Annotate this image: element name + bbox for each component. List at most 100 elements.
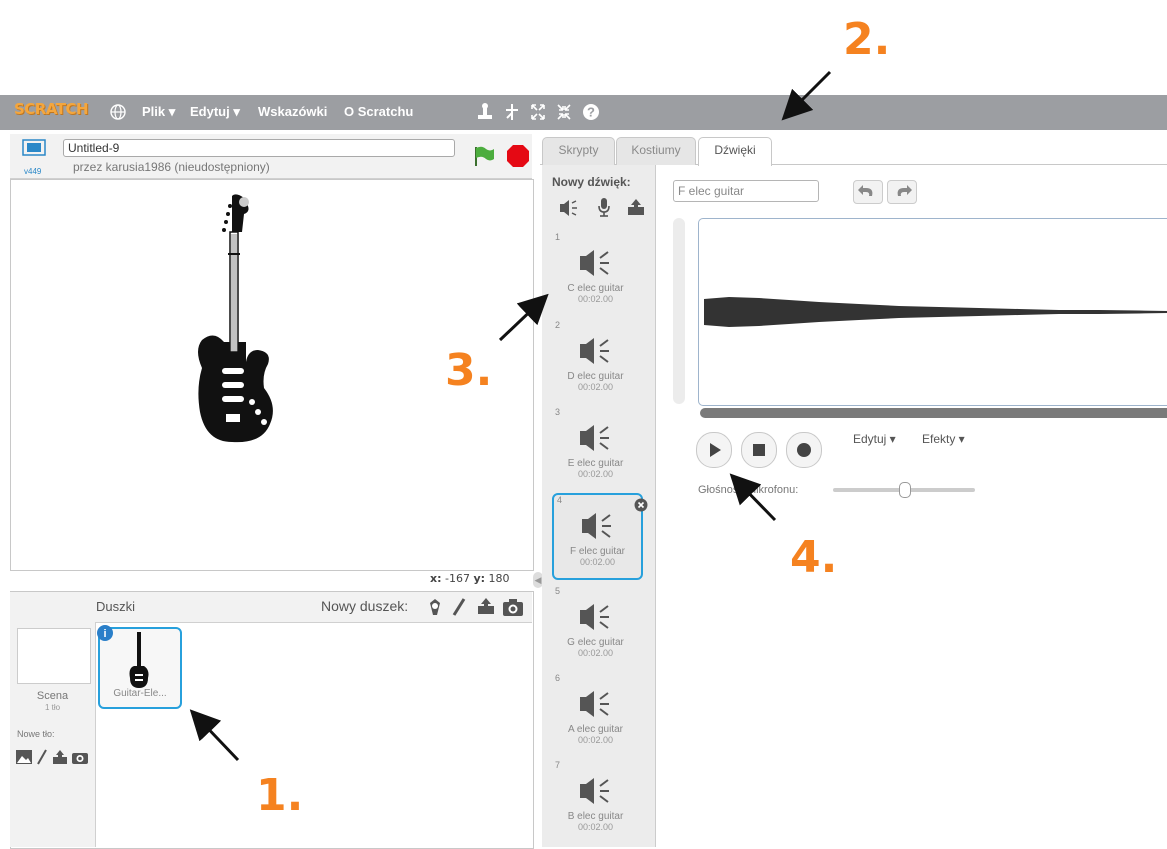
redo-icon[interactable] (887, 180, 917, 204)
shrink-icon[interactable] (555, 102, 573, 127)
sound-number: 6 (555, 673, 561, 683)
play-button[interactable] (696, 432, 732, 468)
stop-button[interactable] (741, 432, 777, 468)
sound-duration: 00:02.00 (579, 557, 616, 567)
upload-backdrop-icon[interactable] (52, 749, 68, 770)
sprite-thumbnail-guitar-icon (128, 632, 150, 695)
new-sprite-label: Nowy duszek: (321, 598, 409, 614)
sound-item-7[interactable]: 7 B elec guitar 00:02.00 (552, 760, 639, 843)
sound-item-5[interactable]: 5 G elec guitar 00:02.00 (552, 586, 639, 669)
undo-icon[interactable] (853, 180, 883, 204)
sound-name-input[interactable]: F elec guitar (673, 180, 819, 202)
speaker-icon (580, 425, 609, 451)
annotation-3: 3. (445, 345, 493, 396)
sound-number: 5 (555, 586, 561, 596)
duplicate-icon[interactable] (476, 102, 494, 127)
y-label: y: (473, 572, 486, 585)
annotation-1: 1. (256, 770, 304, 821)
edit-menu[interactable]: Edytuj ▾ (853, 432, 896, 446)
help-icon[interactable]: ? (581, 102, 601, 127)
speaker-icon (580, 338, 609, 364)
sound-duration: 00:02.00 (577, 294, 614, 304)
sound-item-6[interactable]: 6 A elec guitar 00:02.00 (552, 673, 639, 756)
sound-number: 7 (555, 760, 561, 770)
speaker-icon (582, 513, 611, 539)
backdrop-library-icon[interactable] (16, 750, 32, 769)
sound-duration: 00:02.00 (577, 382, 614, 392)
sound-name: D elec guitar (567, 371, 624, 382)
scene-backdrop-count: 1 tło (44, 703, 61, 712)
sprite-name: Guitar-Ele... (113, 688, 167, 699)
menu-about[interactable]: O Scratchu (344, 104, 413, 119)
sound-name: G elec guitar (567, 637, 624, 648)
waveform-area[interactable] (698, 218, 1167, 406)
author-label: przez karusia1986 (nieudostępniony) (73, 160, 270, 174)
sound-duration: 00:02.00 (577, 469, 614, 479)
upload-sprite-icon[interactable] (476, 596, 496, 621)
mic-volume-slider[interactable] (833, 482, 975, 498)
sound-item-1[interactable]: 1 C elec guitar 00:02.00 (552, 232, 639, 315)
svg-text:i: i (103, 628, 106, 640)
sound-item-3[interactable]: 3 E elec guitar 00:02.00 (552, 407, 639, 490)
presentation-mode-icon[interactable] (22, 139, 46, 164)
sound-name: B elec guitar (567, 811, 624, 822)
sound-name: F elec guitar (569, 546, 626, 557)
sprite-library-icon[interactable] (425, 597, 445, 622)
menu-file-label: Plik (142, 104, 166, 119)
speaker-icon (580, 604, 609, 630)
sound-name: E elec guitar (567, 458, 624, 469)
horizontal-scrollbar[interactable] (700, 408, 1167, 418)
sound-number: 1 (555, 232, 561, 242)
y-value: 180 (488, 572, 510, 585)
paint-backdrop-icon[interactable] (37, 749, 47, 770)
sound-duration: 00:02.00 (577, 735, 614, 745)
cut-icon[interactable] (503, 102, 521, 127)
upload-sound-icon[interactable] (626, 197, 646, 222)
waveform-graphic (704, 297, 1167, 327)
guitar-sprite[interactable] (192, 192, 282, 451)
tab-scripts[interactable]: Skrypty (542, 137, 615, 165)
sound-item-4-selected[interactable]: 4 F elec guitar 00:02.00 (552, 493, 643, 580)
tab-costumes[interactable]: Kostiumy (616, 137, 696, 165)
record-button[interactable] (786, 432, 822, 468)
stop-icon[interactable] (506, 144, 530, 173)
scratch-logo[interactable]: SCRATCH (14, 100, 89, 118)
speaker-icon (580, 778, 609, 804)
camera-backdrop-icon[interactable] (71, 750, 89, 770)
version-label: v449 (24, 167, 42, 176)
slider-thumb[interactable] (899, 482, 911, 498)
menu-edit-label: Edytuj (190, 104, 230, 119)
scene-thumbnail[interactable] (17, 628, 91, 684)
speaker-icon (580, 250, 609, 276)
grow-icon[interactable] (529, 102, 547, 127)
sound-item-2[interactable]: 2 D elec guitar 00:02.00 (552, 320, 639, 403)
svg-text:?: ? (587, 105, 595, 120)
green-flag-icon[interactable] (472, 144, 496, 173)
volume-scrollbar[interactable] (673, 218, 685, 404)
scene-label: Scena (36, 690, 69, 702)
tab-sounds[interactable]: Dźwięki (698, 137, 772, 166)
sound-name: A elec guitar (567, 724, 624, 735)
menu-tips[interactable]: Wskazówki (258, 104, 327, 119)
sound-library-icon[interactable] (558, 199, 578, 222)
effects-menu[interactable]: Efekty ▾ (922, 432, 965, 446)
sound-duration: 00:02.00 (577, 648, 614, 658)
sound-number: 3 (555, 407, 561, 417)
sound-name: C elec guitar (567, 283, 624, 294)
globe-icon[interactable] (109, 103, 127, 126)
sound-duration: 00:02.00 (577, 822, 614, 832)
menu-file[interactable]: Plik ▾ (142, 104, 175, 120)
speaker-icon (580, 691, 609, 717)
sound-number: 2 (555, 320, 561, 330)
new-sound-label: Nowy dźwięk: (552, 175, 631, 189)
record-sound-icon[interactable] (597, 197, 611, 222)
sprite-info-icon[interactable]: i (96, 624, 114, 647)
new-backdrop-label: Nowe tło: (17, 729, 55, 739)
delete-sound-icon[interactable] (634, 498, 648, 517)
paint-sprite-icon[interactable] (451, 597, 467, 622)
annotation-4: 4. (790, 532, 838, 583)
project-title-input[interactable]: Untitled-9 (63, 139, 455, 157)
x-value: -167 (445, 572, 470, 585)
camera-sprite-icon[interactable] (502, 597, 524, 622)
menu-edit[interactable]: Edytuj ▾ (190, 104, 240, 120)
